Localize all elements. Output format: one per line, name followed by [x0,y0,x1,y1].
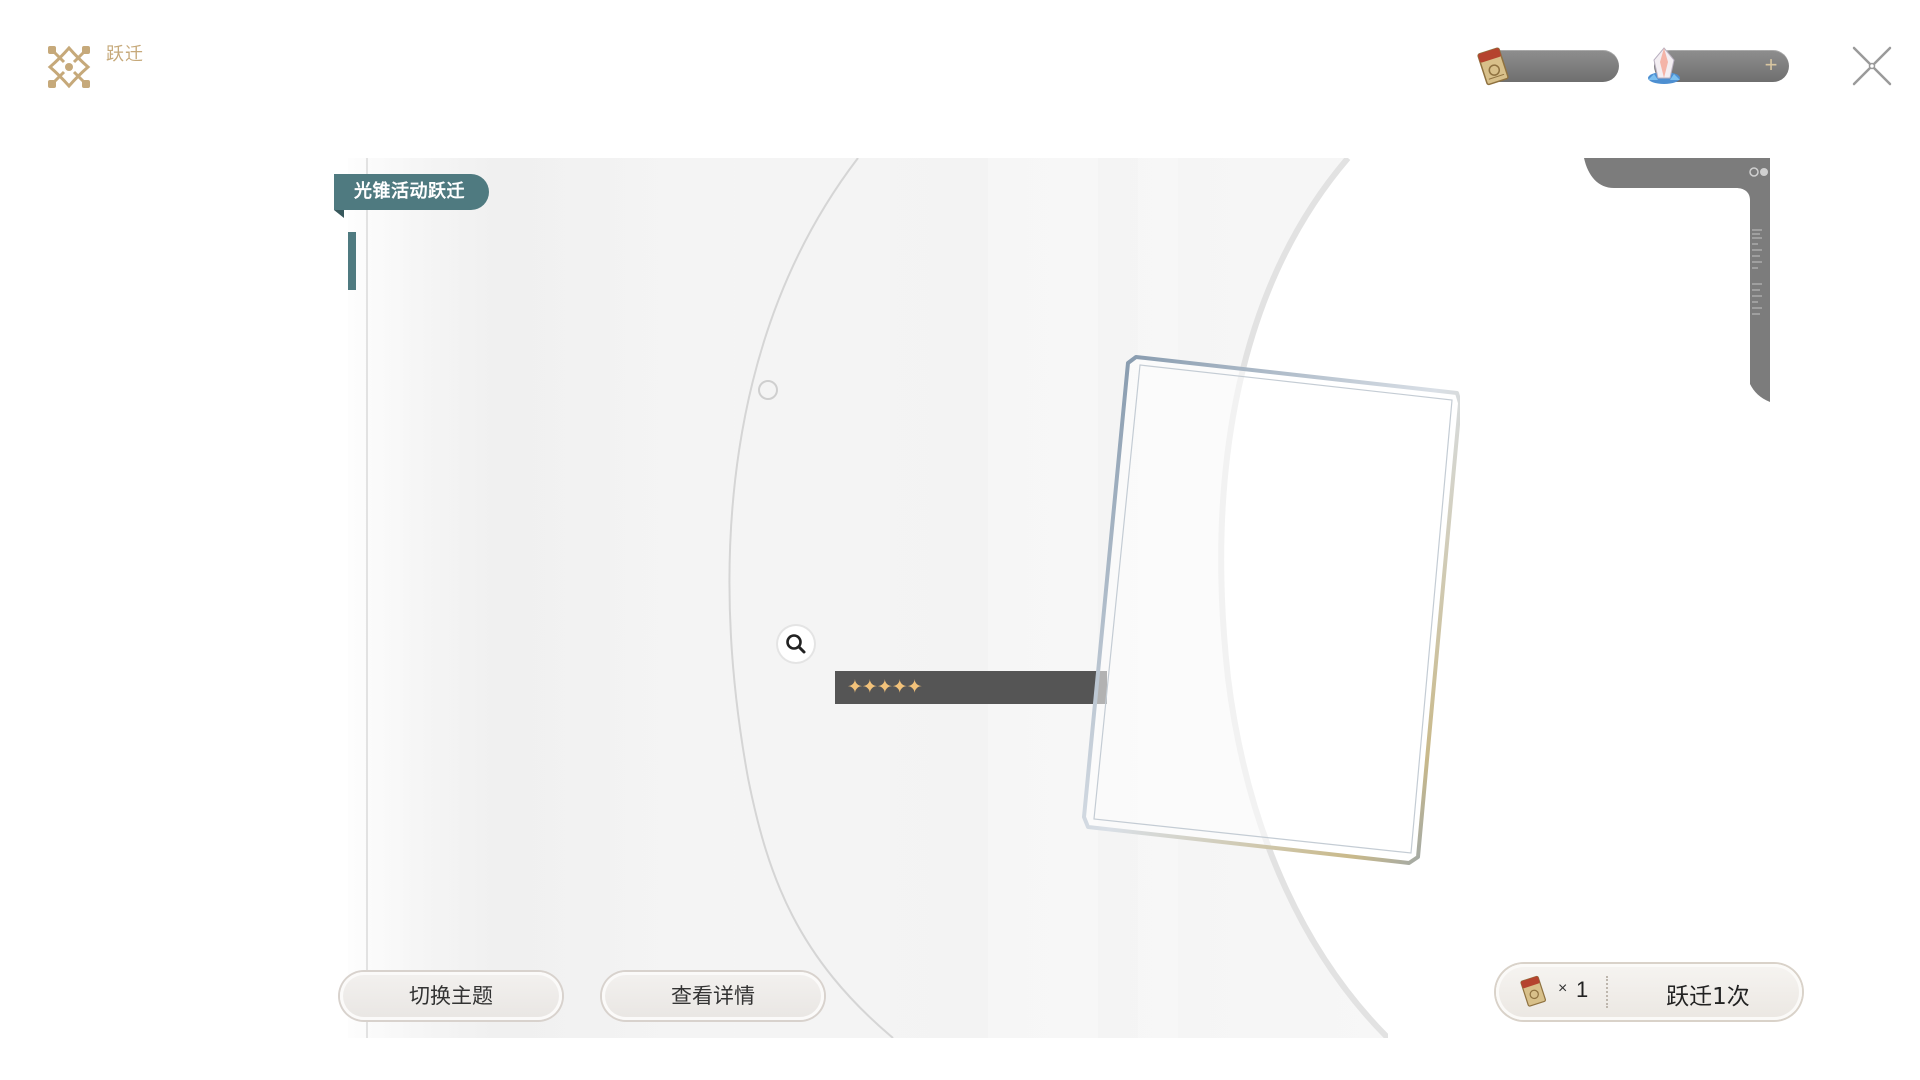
warp-once-button[interactable]: × 1 跃迁1次 [1496,964,1802,1020]
warp-cost-count: 1 [1576,977,1589,1002]
star-rail-special-pass-icon [1520,975,1547,1007]
rarity-stars: ✦✦✦✦✦ [847,676,923,698]
special-pass-counter[interactable] [1477,47,1619,86]
magnify-icon[interactable] [778,626,814,662]
page-title: 跃迁 [106,44,144,65]
warp-screen: 跃迁 + 光锥活动跃迁 ✦✦✦✦✦ 切换主题 查看详情 × 1 跃迁1次 [0,0,1920,1080]
stellar-jade-counter[interactable]: + [1648,47,1789,84]
light-cone-frame[interactable] [1060,345,1460,865]
add-jade-button[interactable]: + [1759,54,1783,78]
warp-divider [1606,976,1608,1008]
switch-theme-button[interactable]: 切换主题 [340,972,562,1020]
banner-tab[interactable]: 光锥活动跃迁 [334,174,489,218]
breadcrumb: 跃迁 [46,40,226,100]
banner-selected-indicator [348,232,356,290]
warp-once-label: 跃迁1次 [1666,984,1750,1010]
view-details-button[interactable]: 查看详情 [602,972,824,1020]
view-details-label: 查看详情 [671,984,755,1008]
star-rail-special-pass-icon [1477,47,1509,86]
warp-emblem-icon [47,45,91,89]
stellar-jade-icon [1648,47,1680,84]
switch-theme-label: 切换主题 [409,984,493,1008]
banner-left-rule [366,158,368,1038]
close-icon[interactable] [1850,44,1894,88]
warp-cost-multiplier: × [1558,980,1568,997]
corner-decoration [1584,158,1770,402]
